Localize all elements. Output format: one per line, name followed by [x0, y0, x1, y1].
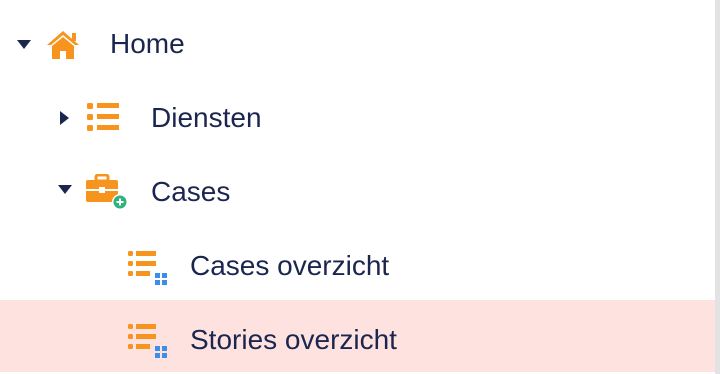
tree-item-cases-overzicht[interactable]: Cases overzicht: [0, 230, 715, 302]
tree-item-home[interactable]: Home: [0, 8, 715, 80]
tree-item-stories-overzicht[interactable]: Stories overzicht: [0, 300, 715, 372]
briefcase-add-icon: [86, 173, 128, 217]
tree-item-label: Home: [110, 28, 185, 59]
list-grid-icon: [128, 323, 168, 364]
list-icon: [87, 102, 121, 137]
tree-item-diensten[interactable]: Diensten: [0, 82, 715, 154]
tree-item-label: Diensten: [151, 102, 262, 133]
tree-item-label: Cases: [151, 176, 231, 207]
scrollbar[interactable]: [715, 0, 720, 374]
caret-right-icon[interactable]: [60, 111, 69, 125]
content-tree: Home Diensten Cases Cases overzicht Stor…: [0, 0, 720, 374]
list-grid-icon: [128, 250, 168, 291]
caret-down-icon[interactable]: [58, 185, 72, 194]
home-icon: [45, 28, 81, 67]
tree-item-label: Cases overzicht: [190, 250, 390, 281]
tree-item-label: Stories overzicht: [190, 324, 397, 355]
tree-item-cases[interactable]: Cases: [0, 156, 715, 228]
caret-down-icon[interactable]: [17, 40, 31, 49]
